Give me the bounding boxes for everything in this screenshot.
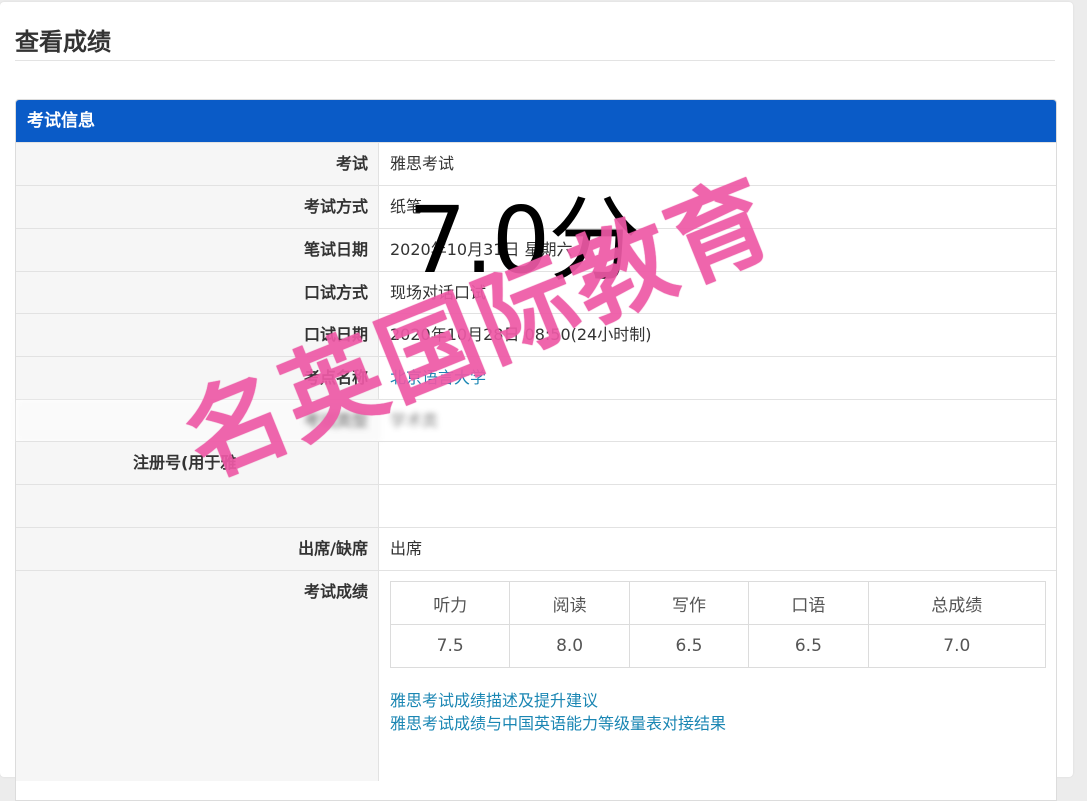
row-registration-number: 注册号(用于雅	[16, 441, 1056, 484]
panel-header: 考试信息	[16, 100, 1056, 142]
row-label: 出席/缺席	[16, 528, 379, 570]
row-label: 考试	[16, 143, 379, 185]
row-scores: 考试成绩 听力 阅读 写作 口语 总成绩 7.5 8.0 6.5 6.5 7.0	[16, 570, 1056, 781]
title-divider	[15, 60, 1055, 61]
score-header-reading: 阅读	[509, 581, 630, 625]
row-label	[16, 485, 379, 527]
score-header-listening: 听力	[389, 581, 511, 625]
score-writing: 6.5	[628, 624, 750, 668]
score-value-row: 7.5 8.0 6.5 6.5 7.0	[389, 624, 1047, 668]
row-label: 考试成绩	[16, 571, 379, 781]
page-title: 查看成绩	[15, 28, 111, 56]
row-value: 出席	[390, 539, 423, 558]
row-hidden	[16, 484, 1056, 527]
score-speaking: 6.5	[748, 624, 869, 668]
row-label: 笔试日期	[16, 229, 379, 271]
row-attendance: 出席/缺席 出席	[16, 527, 1056, 570]
row-label: 考试方式	[16, 186, 379, 228]
row-test-type: 考试类型 学术类	[16, 399, 1056, 442]
result-links: 雅思考试成绩描述及提升建议 雅思考试成绩与中国英语能力等级量表对接结果	[390, 689, 726, 735]
score-reading: 8.0	[509, 624, 630, 668]
score-listening: 7.5	[389, 624, 511, 668]
score-header-row: 听力 阅读 写作 口语 总成绩	[389, 581, 1047, 625]
row-exam: 考试 雅思考试	[16, 142, 1056, 185]
main-card: 查看成绩 考试信息 考试 雅思考试 考试方式 纸笔 笔试日期 2020年10月3…	[0, 2, 1073, 801]
row-value: 雅思考试	[390, 154, 455, 173]
score-table: 听力 阅读 写作 口语 总成绩 7.5 8.0 6.5 6.5 7.0	[389, 581, 1047, 668]
score-header-writing: 写作	[628, 581, 750, 625]
score-header-speaking: 口语	[748, 581, 869, 625]
score-overall: 7.0	[867, 624, 1047, 668]
score-header-overall: 总成绩	[867, 581, 1047, 625]
cse-mapping-link[interactable]: 雅思考试成绩与中国英语能力等级量表对接结果	[390, 712, 726, 735]
score-description-link[interactable]: 雅思考试成绩描述及提升建议	[390, 689, 726, 712]
